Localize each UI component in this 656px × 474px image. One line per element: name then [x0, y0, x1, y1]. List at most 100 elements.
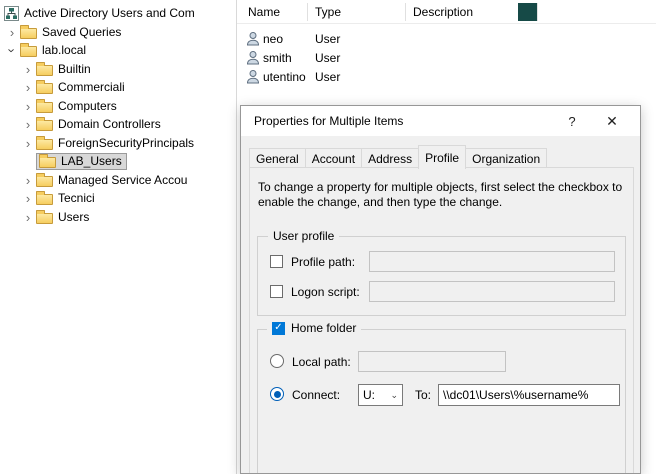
home-folder-checkbox[interactable]: ✓ [272, 322, 285, 335]
folder-icon [36, 139, 53, 150]
profile-path-checkbox[interactable] [270, 255, 283, 268]
tree-item-tecnici[interactable]: › Tecnici [0, 189, 236, 207]
tree-item-users[interactable]: › Users [0, 208, 236, 226]
active-directory-icon [4, 6, 19, 21]
local-path-label[interactable]: Local path: [292, 355, 351, 369]
column-separator[interactable] [537, 3, 538, 21]
list-row-neo[interactable]: neo User [237, 29, 656, 48]
chevron-right-icon[interactable]: › [20, 63, 36, 76]
chevron-down-icon: ⌄ [390, 390, 398, 401]
folder-icon [36, 102, 53, 113]
group-label: User profile [268, 229, 339, 243]
console-tree-pane: Active Directory Users and Com › Saved Q… [0, 0, 236, 474]
chevron-right-icon[interactable]: › [20, 137, 36, 150]
folder-icon [36, 83, 53, 94]
tree-item-root[interactable]: Active Directory Users and Com [0, 4, 236, 22]
cell-name: smith [263, 51, 292, 65]
cell-type: User [315, 70, 340, 84]
tree-item-label: LAB_Users [61, 154, 122, 168]
folder-icon [36, 120, 53, 131]
tree-item-builtin[interactable]: › Builtin [0, 60, 236, 78]
folder-icon [36, 176, 53, 187]
profile-path-label[interactable]: Profile path: [291, 255, 355, 269]
drive-letter-value: U: [363, 388, 375, 402]
connect-radio[interactable] [270, 387, 284, 401]
properties-dialog: Properties for Multiple Items ? ✕ Genera… [240, 105, 641, 474]
dialog-titlebar[interactable]: Properties for Multiple Items ? ✕ [241, 106, 640, 136]
home-folder-label[interactable]: Home folder [291, 321, 356, 335]
cell-name: neo [263, 32, 283, 46]
local-path-field [358, 351, 506, 372]
dialog-title: Properties for Multiple Items [254, 114, 403, 128]
tree-item-label: Active Directory Users and Com [24, 6, 195, 20]
connect-label[interactable]: Connect: [292, 388, 340, 402]
cell-name: utentino [263, 70, 306, 84]
tree-item-managed-service-accounts[interactable]: › Managed Service Accou [0, 171, 236, 189]
column-separator[interactable] [307, 3, 308, 21]
tab-organization[interactable]: Organization [465, 148, 547, 168]
list-row-utentino[interactable]: utentino User [237, 67, 656, 86]
header-color-block [518, 3, 537, 21]
column-header-name[interactable]: Name [248, 5, 280, 19]
folder-icon [36, 213, 53, 224]
tree-item-label: Domain Controllers [58, 117, 161, 131]
tree-item-label: Computers [58, 99, 117, 113]
close-button[interactable]: ✕ [595, 106, 629, 136]
user-icon [246, 31, 260, 46]
folder-icon [36, 65, 53, 76]
tree-item-label: Users [58, 210, 89, 224]
chevron-right-icon[interactable]: › [20, 192, 36, 205]
help-button[interactable]: ? [555, 106, 589, 136]
tab-address[interactable]: Address [361, 148, 419, 168]
tree-item-label: Builtin [58, 62, 91, 76]
tab-general[interactable]: General [249, 148, 306, 168]
tab-description-text: To change a property for multiple object… [258, 180, 636, 210]
tree-item-domain-controllers[interactable]: › Domain Controllers [0, 115, 236, 133]
to-label: To: [415, 388, 431, 402]
tree-item-label: Managed Service Accou [58, 173, 187, 187]
home-folder-header[interactable]: ✓ Home folder [267, 321, 361, 335]
tree-item-computers[interactable]: › Computers [0, 97, 236, 115]
tab-strip: General Account Address Profile Organiza… [249, 147, 546, 168]
column-separator[interactable] [405, 3, 406, 21]
tree-item-lab-local[interactable]: › lab.local [0, 41, 236, 59]
logon-script-checkbox[interactable] [270, 285, 283, 298]
list-header: Name Type Description [237, 0, 656, 24]
tree-item-label: ForeignSecurityPrincipals [58, 136, 194, 150]
connect-path-input[interactable] [438, 384, 620, 406]
tree-selection[interactable]: LAB_Users [36, 153, 127, 170]
chevron-right-icon[interactable]: › [4, 26, 20, 39]
logon-script-label[interactable]: Logon script: [291, 285, 360, 299]
tree-item-label: Commerciali [58, 80, 125, 94]
chevron-down-icon[interactable]: › [6, 42, 19, 58]
chevron-right-icon[interactable]: › [20, 174, 36, 187]
folder-icon [20, 46, 37, 57]
tab-account[interactable]: Account [305, 148, 362, 168]
tree-item-label: lab.local [42, 43, 86, 57]
column-header-description[interactable]: Description [413, 5, 473, 19]
chevron-right-icon[interactable]: › [20, 211, 36, 224]
tree-item-label: Saved Queries [42, 25, 121, 39]
column-header-type[interactable]: Type [315, 5, 341, 19]
chevron-right-icon[interactable]: › [20, 81, 36, 94]
chevron-right-icon[interactable]: › [20, 118, 36, 131]
tree-item-lab-users[interactable]: LAB_Users [0, 152, 236, 170]
tree-item-saved-queries[interactable]: › Saved Queries [0, 23, 236, 41]
logon-script-field [369, 281, 615, 302]
cell-type: User [315, 32, 340, 46]
tree-item-commerciali[interactable]: › Commerciali [0, 78, 236, 96]
folder-icon [39, 157, 56, 168]
local-path-radio[interactable] [270, 354, 284, 368]
folder-icon [20, 28, 37, 39]
aduc-window: Active Directory Users and Com › Saved Q… [0, 0, 656, 474]
list-row-smith[interactable]: smith User [237, 48, 656, 67]
tab-profile[interactable]: Profile [418, 145, 466, 169]
user-profile-group: User profile Profile path: Logon script: [257, 236, 626, 316]
chevron-right-icon[interactable]: › [20, 100, 36, 113]
profile-path-field [369, 251, 615, 272]
tree-item-label: Tecnici [58, 191, 95, 205]
home-folder-group: ✓ Home folder Local path: Connect: U: ⌄ … [257, 329, 626, 474]
drive-letter-select[interactable]: U: ⌄ [358, 384, 403, 406]
tree-item-foreignsecurityprincipals[interactable]: › ForeignSecurityPrincipals [0, 134, 236, 152]
user-icon [246, 69, 260, 84]
